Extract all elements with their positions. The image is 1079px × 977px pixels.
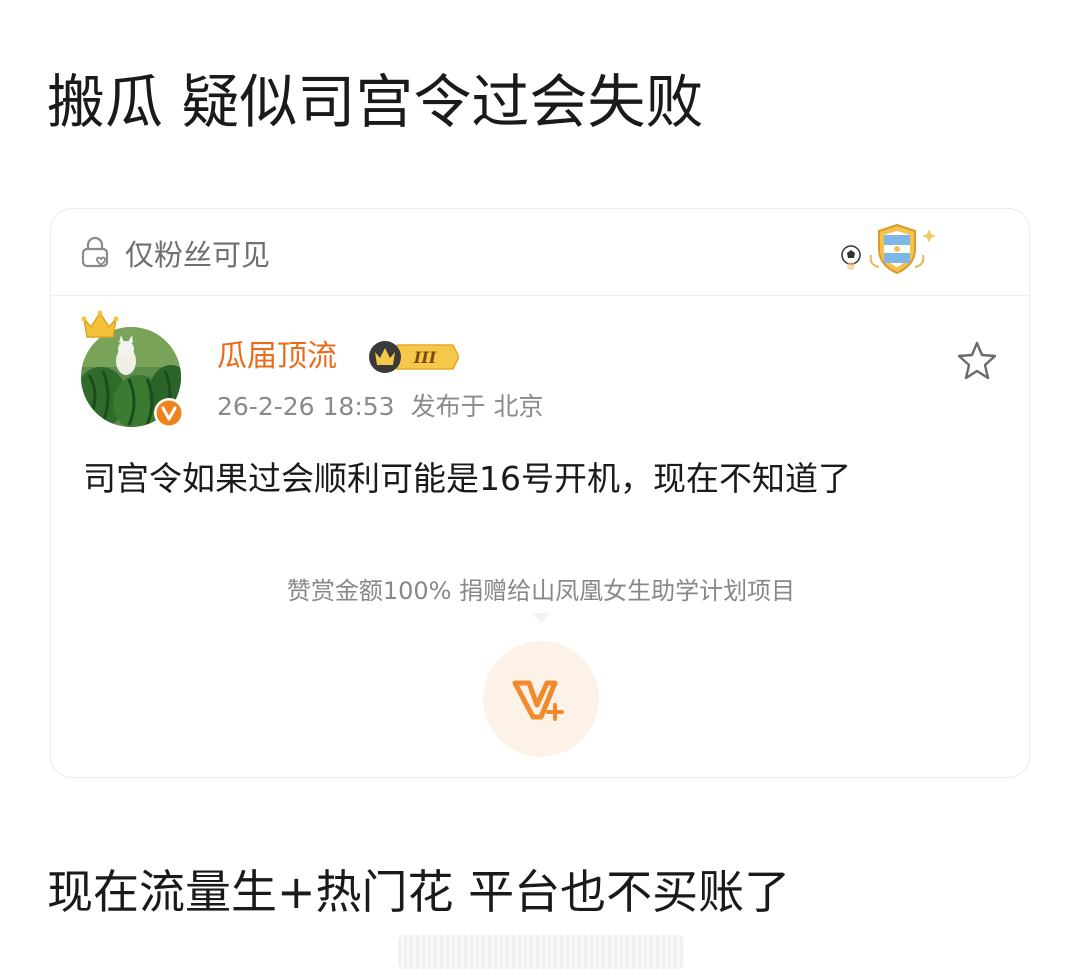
post-time: 26-2-26 18:53	[217, 392, 395, 421]
post-card: 仅粉丝可见 瓜届顶流 III 26-2-26 18:53 发布于 北京 司宫令如…	[50, 208, 1030, 778]
reward-pointer	[531, 613, 551, 623]
watermark	[398, 935, 684, 969]
fan-level-text: III	[413, 348, 437, 367]
crown-icon	[81, 310, 119, 338]
visibility-label: 仅粉丝可见	[125, 238, 271, 272]
argentina-fan-badge-icon	[841, 223, 936, 275]
lock-heart-icon	[81, 236, 109, 268]
verified-icon	[154, 398, 184, 428]
card-topbar: 仅粉丝可见	[51, 209, 1029, 296]
post-meta: 26-2-26 18:53 发布于 北京	[217, 387, 544, 427]
favorite-star-icon[interactable]	[955, 339, 999, 383]
author-name[interactable]: 瓜届顶流	[217, 335, 337, 379]
reward-note: 赞赏金额100% 捐赠给山凤凰女生助学计划项目	[286, 577, 796, 605]
reward-button[interactable]	[483, 641, 599, 757]
post-text: 司宫令如果过会顺利可能是16号开机，现在不知道了	[83, 459, 851, 498]
bottom-title: 现在流量生+热门花 平台也不买账了	[47, 865, 791, 919]
fan-level-badge: III	[369, 341, 459, 373]
page-title: 搬瓜 疑似司宫令过会失败	[47, 68, 704, 136]
author-avatar-wrap[interactable]	[81, 309, 187, 439]
post-location: 发布于 北京	[410, 392, 544, 421]
v-plus-icon	[512, 680, 564, 721]
